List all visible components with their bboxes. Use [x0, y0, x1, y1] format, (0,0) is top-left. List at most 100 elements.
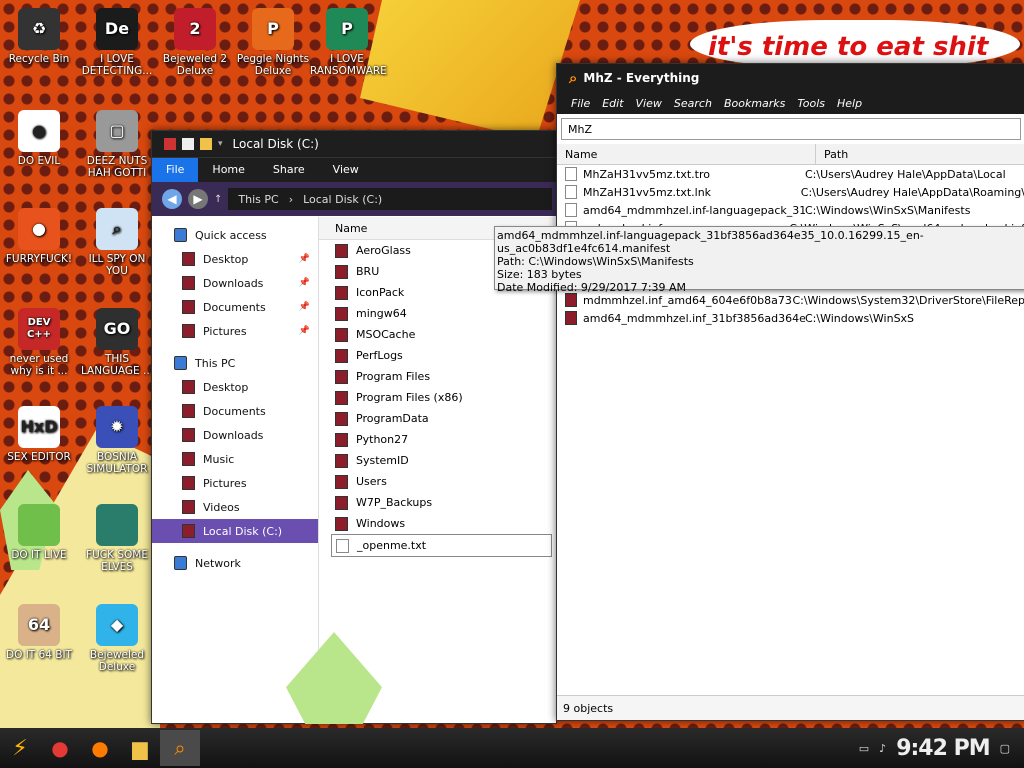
file-row[interactable]: mingw64 — [319, 303, 554, 324]
nav-item-label: Documents — [203, 404, 266, 418]
file-row[interactable]: Program Files — [319, 366, 554, 387]
desktop-icon[interactable]: P Peggle Nights Deluxe — [236, 8, 310, 77]
desktop-icon-label: I LOVE DETECTING... — [81, 53, 153, 77]
chevron-down-icon[interactable]: ▾ — [218, 139, 223, 149]
tab-view[interactable]: View — [319, 158, 373, 182]
everything-taskbar-icon[interactable]: ⌕ — [160, 730, 200, 766]
result-row[interactable]: amd64_mdmmhzel.inf-languagepack_31bf38..… — [557, 201, 1024, 219]
chrome-taskbar-icon[interactable]: ● — [40, 730, 80, 766]
nav-item[interactable]: Quick access — [152, 223, 318, 247]
menu-search[interactable]: Search — [668, 97, 718, 110]
desktop-icon[interactable]: P I LOVE RANSOMWARE — [310, 8, 387, 77]
folder-icon — [335, 432, 348, 447]
folder-icon — [182, 404, 195, 418]
search-input[interactable]: MhZ — [561, 118, 1021, 140]
file-icon — [565, 311, 577, 325]
file-explorer-taskbar-icon[interactable]: ▆ — [120, 730, 160, 766]
result-row[interactable]: amd64_mdmmhzel.inf_31bf3856ad364e35_1...… — [557, 309, 1024, 327]
menu-edit[interactable]: Edit — [596, 97, 629, 110]
forward-button[interactable]: ▶ — [188, 189, 208, 209]
up-arrow-icon[interactable]: ↑ — [214, 194, 222, 205]
desktop-icon-label: BOSNIA SIMULATOR — [86, 451, 148, 475]
menu-tools[interactable]: Tools — [791, 97, 831, 110]
notifications-icon[interactable]: ▢ — [1000, 742, 1010, 755]
file-row[interactable]: ProgramData — [319, 408, 554, 429]
file-row[interactable]: W7P_Backups — [319, 492, 554, 513]
result-row[interactable]: MhZaH31vv5mz.txt.tro C:\Users\Audrey Hale… — [557, 165, 1024, 183]
network-icon[interactable]: ▭ — [859, 742, 869, 755]
desktop-icon[interactable]: FUCK SOME ELVES — [80, 504, 154, 573]
file-row[interactable]: MSOCache — [319, 324, 554, 345]
nav-item[interactable]: Local Disk (C:) — [152, 519, 318, 543]
nav-item[interactable]: This PC — [152, 351, 318, 375]
nav-item[interactable]: Documents — [152, 399, 318, 423]
folder-icon — [182, 428, 195, 442]
start-button[interactable]: ⚡ — [0, 728, 40, 768]
desktop-icon[interactable]: GO THIS LANGUAGE ... — [80, 308, 154, 377]
file-row[interactable]: Windows — [319, 513, 554, 534]
desktop-icon[interactable]: ● FURRYFUCK! — [2, 208, 76, 265]
column-header-name[interactable]: Name — [557, 144, 816, 164]
clock[interactable]: 9:42 PM — [896, 736, 990, 761]
nav-item[interactable]: Downloads 📌 — [152, 271, 318, 295]
ribbon-tabs: File Home Share View — [152, 157, 556, 182]
properties-icon[interactable] — [182, 138, 194, 150]
pin-icon[interactable]: 📌 — [299, 254, 310, 264]
file-row[interactable]: _openme.txt — [331, 534, 552, 557]
result-row[interactable]: MhZaH31vv5mz.txt.lnk C:\Users\Audrey Hale… — [557, 183, 1024, 201]
desktop-icon[interactable]: De I LOVE DETECTING... — [80, 8, 154, 77]
tab-share[interactable]: Share — [259, 158, 319, 182]
file-row[interactable]: Users — [319, 471, 554, 492]
firefox-taskbar-icon[interactable]: ● — [80, 730, 120, 766]
pin-icon[interactable]: 📌 — [299, 278, 310, 288]
nav-item[interactable]: Network — [152, 551, 318, 575]
volume-icon[interactable]: ♪ — [879, 742, 886, 755]
nav-item[interactable]: Pictures — [152, 471, 318, 495]
desktop-icon[interactable]: 2 Bejeweled 2 Deluxe — [158, 8, 232, 77]
nav-item[interactable]: Downloads — [152, 423, 318, 447]
explorer-titlebar[interactable]: ▾ Local Disk (C:) — [152, 131, 556, 157]
nav-item[interactable]: Desktop 📌 — [152, 247, 318, 271]
breadcrumb-local-disk[interactable]: Local Disk (C:) — [303, 193, 382, 206]
file-icon — [565, 203, 577, 217]
menu-bookmarks[interactable]: Bookmarks — [718, 97, 791, 110]
desktop-icon[interactable]: ▢ DEEZ NUTS HAH GOTTI — [80, 110, 154, 179]
nav-item[interactable]: Desktop — [152, 375, 318, 399]
file-row[interactable]: PerfLogs — [319, 345, 554, 366]
file-row[interactable]: Program Files (x86) — [319, 387, 554, 408]
pin-icon[interactable]: 📌 — [299, 326, 310, 336]
menu-view[interactable]: View — [630, 97, 668, 110]
folder-icon — [182, 500, 195, 514]
pin-icon[interactable]: 📌 — [299, 302, 310, 312]
breadcrumb-this-pc[interactable]: This PC — [238, 193, 278, 206]
file-row[interactable]: Python27 — [319, 429, 554, 450]
new-folder-icon[interactable] — [200, 138, 212, 150]
address-bar[interactable]: This PC › Local Disk (C:) — [228, 188, 552, 210]
tooltip-date: Date Modified: 9/29/2017 7:39 AM — [497, 281, 687, 294]
desktop-icon[interactable]: ⌕ ILL SPY ON YOU — [80, 208, 154, 277]
desktop-icon[interactable]: ◆ Bejeweled Deluxe — [80, 604, 154, 673]
wallpaper-yellow-area — [0, 430, 160, 730]
everything-titlebar[interactable]: ⌕ MhZ - Everything — [557, 64, 1024, 92]
desktop-icon[interactable]: DO IT LIVE — [2, 504, 76, 561]
file-name: Users — [356, 475, 387, 488]
file-name: AeroGlass — [356, 244, 411, 257]
nav-item[interactable]: Documents 📌 — [152, 295, 318, 319]
desktop-icon[interactable]: ✹ BOSNIA SIMULATOR — [80, 406, 154, 475]
desktop-icon[interactable]: ♻ Recycle Bin — [2, 8, 76, 65]
menu-help[interactable]: Help — [831, 97, 868, 110]
menu-file[interactable]: File — [565, 97, 596, 110]
desktop-icon[interactable]: HxD SEX EDITOR — [2, 406, 76, 463]
tab-file[interactable]: File — [152, 158, 199, 182]
file-row[interactable]: SystemID — [319, 450, 554, 471]
nav-item[interactable]: Pictures 📌 — [152, 319, 318, 343]
back-button[interactable]: ◀ — [162, 189, 182, 209]
result-path: C:\Windows\System32\DriverStore\FileRep — [792, 293, 1024, 307]
desktop-icon[interactable]: DEV C++ never used why is it ... — [2, 308, 76, 377]
nav-item[interactable]: Music — [152, 447, 318, 471]
desktop-icon[interactable]: ● DO EVIL — [2, 110, 76, 167]
nav-item[interactable]: Videos — [152, 495, 318, 519]
desktop-icon[interactable]: 64 DO IT 64 BIT — [2, 604, 76, 661]
column-header-path[interactable]: Path — [816, 144, 848, 164]
tab-home[interactable]: Home — [198, 158, 258, 182]
